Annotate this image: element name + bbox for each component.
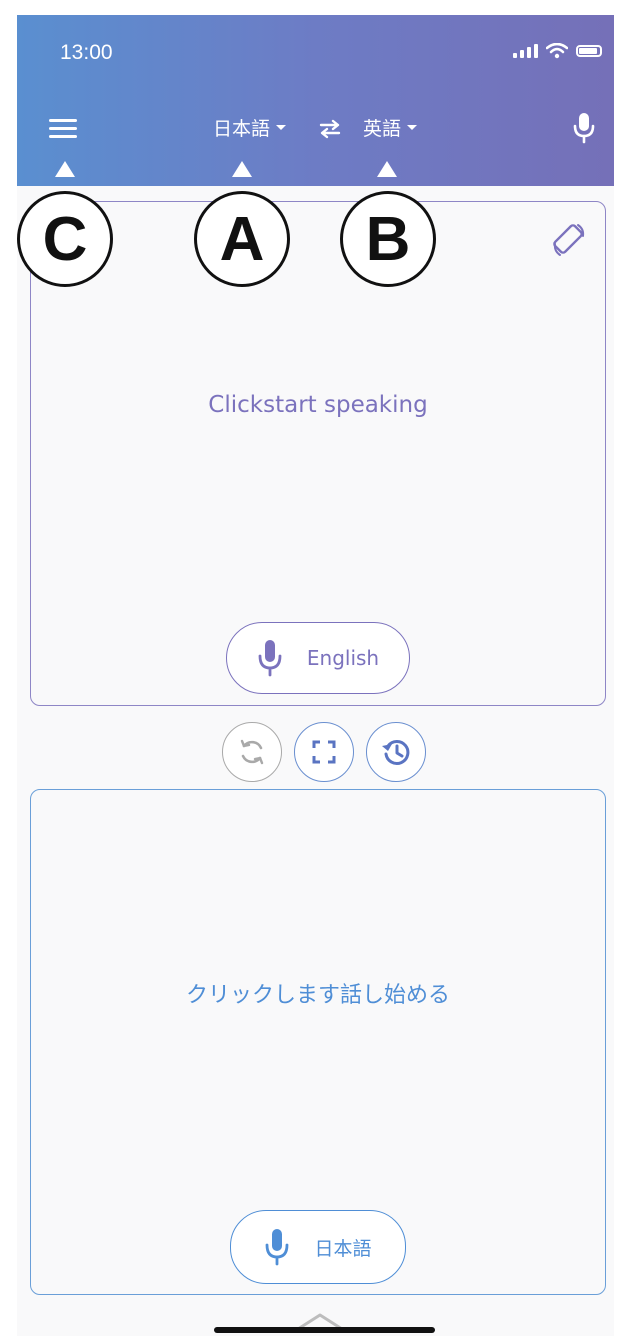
microphone-icon[interactable]	[572, 111, 596, 145]
source-prompt: Clickstart speaking	[208, 392, 428, 418]
microphone-icon	[266, 1229, 289, 1266]
target-language-selector[interactable]: 英語	[363, 114, 418, 141]
swap-icon[interactable]	[317, 118, 343, 140]
fullscreen-button[interactable]	[294, 722, 354, 782]
target-speech-panel[interactable]: クリックします話し始める 日本語	[30, 789, 606, 1295]
callout-a: A	[194, 191, 290, 287]
target-prompt: クリックします話し始める	[185, 983, 450, 1008]
callout-a-pointer	[232, 161, 252, 177]
callout-b-pointer	[377, 161, 397, 177]
menu-button[interactable]	[45, 115, 81, 143]
target-language-label: 英語	[363, 118, 402, 140]
speak-english-label: English	[306, 646, 380, 670]
chevron-down-icon	[407, 125, 418, 130]
source-language-selector[interactable]: 日本語	[213, 114, 287, 141]
toolbar	[222, 722, 426, 782]
app-screen: 13:00 日本語 英語 Clickstart speaking English…	[17, 15, 614, 1336]
status-time: 13:00	[60, 41, 113, 64]
app-header: 13:00 日本語 英語	[17, 15, 614, 186]
callout-b: B	[340, 191, 436, 287]
source-language-label: 日本語	[213, 118, 271, 140]
source-speech-panel[interactable]: Clickstart speaking English	[30, 201, 606, 706]
signal-icon	[513, 44, 538, 58]
refresh-button[interactable]	[222, 722, 282, 782]
speak-english-button[interactable]: English	[226, 622, 410, 694]
speak-japanese-button[interactable]: 日本語	[230, 1210, 406, 1284]
microphone-icon	[258, 640, 282, 677]
history-button[interactable]	[366, 722, 426, 782]
battery-icon	[576, 45, 602, 57]
refresh-icon	[240, 739, 264, 765]
chevron-down-icon	[276, 125, 287, 130]
screen-rotation-icon[interactable]	[549, 220, 589, 260]
home-indicator[interactable]	[214, 1327, 435, 1333]
speak-japanese-label: 日本語	[314, 1237, 372, 1260]
callout-c-pointer	[55, 161, 75, 177]
history-icon	[382, 739, 410, 765]
wifi-icon	[546, 43, 568, 59]
callout-c: C	[17, 191, 113, 287]
status-icons	[513, 43, 602, 59]
fullscreen-icon	[312, 740, 336, 764]
